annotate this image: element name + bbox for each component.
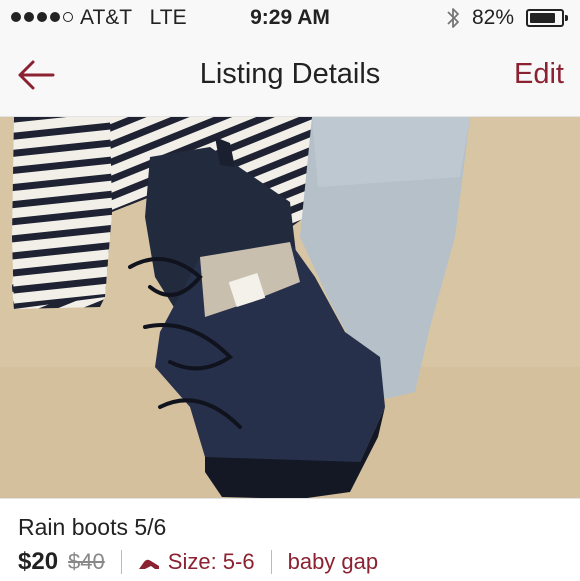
status-bar: AT&T LTE 9:29 AM 82% — [0, 0, 580, 38]
brand-link[interactable]: baby gap — [288, 549, 379, 575]
listing-title: Rain boots 5/6 — [18, 514, 167, 540]
listing-price: $20 — [18, 548, 59, 575]
page-title: Listing Details — [199, 58, 381, 90]
divider — [120, 550, 122, 574]
battery-fill — [530, 13, 555, 23]
listing-details-panel: Rain boots 5/6 $20 $40 Size: 5-6 baby ga… — [0, 498, 580, 581]
divider — [270, 550, 272, 574]
size-label: Size: 5-6 — [167, 549, 255, 574]
original-price: $40 — [68, 549, 105, 574]
edit-button[interactable]: Edit — [514, 58, 564, 91]
battery-percent: 82% — [472, 6, 515, 29]
listing-meta-row: $20 $40 Size: 5-6 baby gap — [18, 548, 378, 576]
bluetooth-icon — [447, 8, 459, 28]
battery-icon — [526, 9, 568, 27]
listing-photo-image — [0, 117, 580, 498]
listing-photo[interactable] — [0, 117, 580, 498]
high-heel-icon — [138, 559, 159, 569]
navigation-bar: Listing Details Edit — [0, 38, 580, 117]
